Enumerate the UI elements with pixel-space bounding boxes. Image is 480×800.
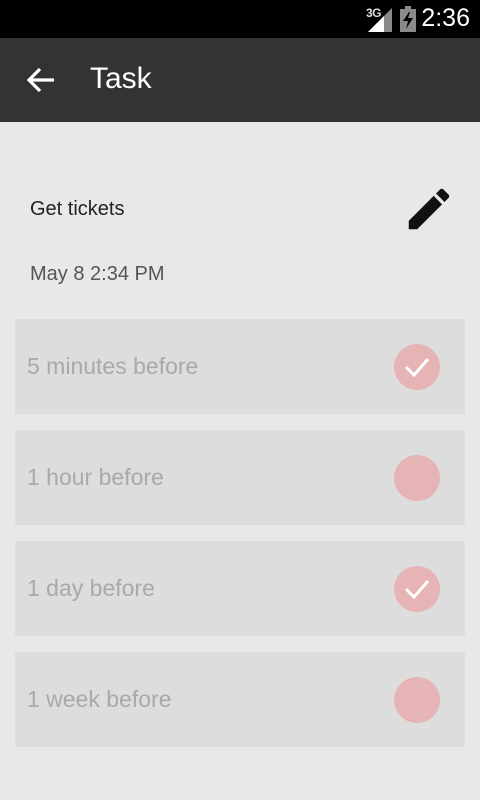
- battery-charging-icon: [400, 6, 416, 32]
- task-name: Get tickets: [30, 198, 125, 220]
- reminder-1-day[interactable]: 1 day before: [15, 541, 465, 636]
- clock: 2:36: [421, 4, 470, 32]
- signal-icon: [368, 8, 392, 32]
- pencil-icon[interactable]: [402, 182, 456, 236]
- app-bar: Task: [0, 38, 480, 122]
- reminder-toggle[interactable]: [394, 344, 440, 390]
- page-title: Task: [90, 62, 152, 95]
- reminder-1-hour[interactable]: 1 hour before: [15, 430, 465, 525]
- check-icon: [404, 358, 430, 378]
- arrow-left-icon[interactable]: [26, 66, 56, 94]
- status-bar: 3G 2:36: [0, 0, 480, 38]
- reminder-toggle[interactable]: [394, 566, 440, 612]
- reminder-toggle[interactable]: [394, 677, 440, 723]
- reminder-1-week[interactable]: 1 week before: [15, 652, 465, 747]
- reminder-5-minutes[interactable]: 5 minutes before: [15, 319, 465, 414]
- reminder-toggle[interactable]: [394, 455, 440, 501]
- reminder-label: 1 week before: [27, 686, 172, 712]
- reminder-label: 1 day before: [27, 575, 155, 601]
- reminder-label: 1 hour before: [27, 464, 164, 490]
- check-icon: [404, 580, 430, 600]
- reminder-label: 5 minutes before: [27, 353, 199, 379]
- task-datetime: May 8 2:34 PM: [30, 263, 165, 285]
